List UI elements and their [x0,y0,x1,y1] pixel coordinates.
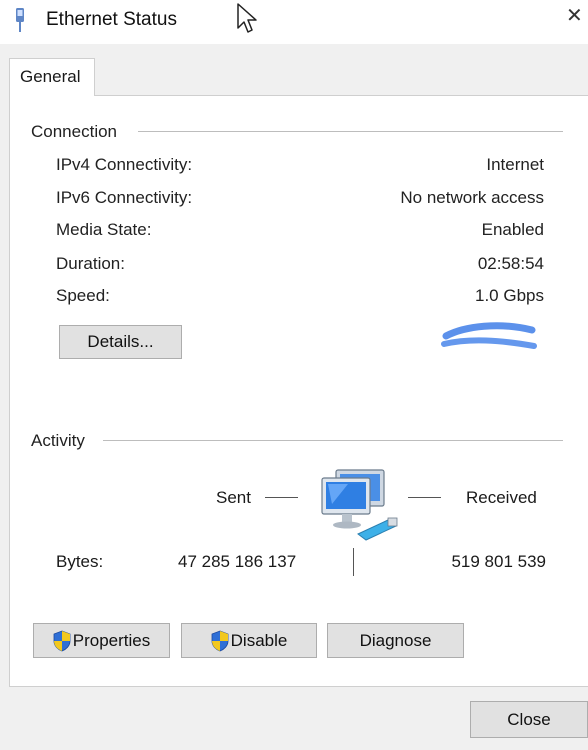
close-button-label: Close [507,709,551,729]
ipv4-label: IPv4 Connectivity: [56,155,193,174]
uac-shield-icon [53,630,71,651]
received-connector [408,497,441,498]
speed-label: Speed: [56,286,110,305]
blue-marker-smudge [441,322,537,349]
activity-divider [103,440,563,441]
general-panel [9,95,588,687]
activity-heading: Activity [31,431,85,450]
close-button[interactable]: Close [470,701,588,738]
window-title: Ethernet Status [46,9,177,30]
connection-heading: Connection [31,122,118,141]
network-computers-icon [321,469,398,541]
diagnose-button[interactable]: Diagnose [327,623,464,658]
media-state-value: Enabled [481,220,544,239]
mouse-cursor-icon [237,3,257,33]
media-state-label: Media State: [56,220,152,239]
ipv4-value: Internet [486,155,544,174]
ethernet-icon [16,8,24,32]
tab-general-label: General [20,67,81,86]
disable-button-label: Disable [230,630,288,650]
duration-label: Duration: [56,254,125,273]
title-bar: Ethernet Status ✕ [0,0,588,44]
tab-general[interactable]: General [9,58,95,96]
received-label: Received [466,488,537,507]
window-close-icon[interactable]: ✕ [566,6,583,26]
duration-value: 02:58:54 [477,254,544,273]
bytes-label: Bytes: [56,552,104,571]
properties-button[interactable]: Properties [33,623,170,658]
bytes-received-value: 519 801 539 [451,552,546,571]
speed-value: 1.0 Gbps [475,286,544,305]
connection-divider [138,131,563,132]
ipv6-label: IPv6 Connectivity: [56,188,193,207]
ipv6-value: No network access [400,188,544,207]
uac-shield-icon [211,630,229,651]
properties-button-label: Properties [72,630,151,650]
details-button-label: Details... [87,332,154,351]
bytes-sent-value: 47 285 186 137 [178,552,297,571]
diagnose-button-label: Diagnose [359,630,432,650]
sent-connector [265,497,298,498]
disable-button[interactable]: Disable [181,623,317,658]
sent-label: Sent [216,488,251,507]
bytes-separator [353,548,354,576]
details-button[interactable]: Details... [59,325,182,359]
